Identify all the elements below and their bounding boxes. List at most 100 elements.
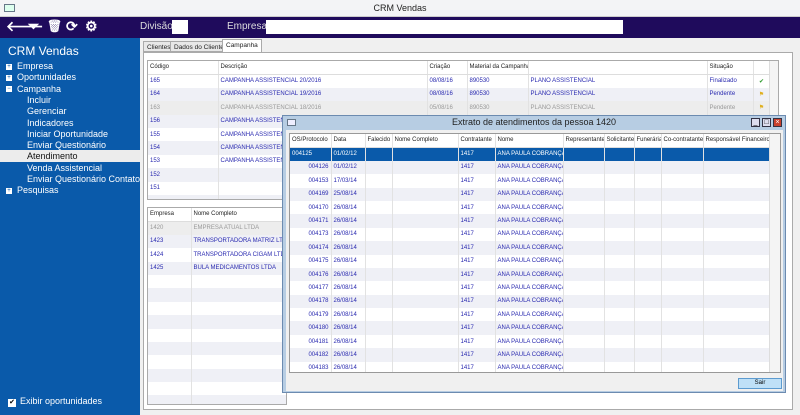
table-cell: ANA PAULA COBRANÇA (495, 361, 564, 372)
sidebar-item[interactable]: + Empresa (0, 60, 140, 72)
expand-icon[interactable]: + (6, 74, 12, 81)
table-row[interactable]: 163 CAMPANHA ASSISTENCIAL 18/2016 05/08/16… (148, 101, 771, 115)
column-header[interactable]: Funerária (634, 134, 662, 148)
empresa-input[interactable] (266, 20, 623, 34)
table-cell: 004177 (290, 281, 332, 295)
table-row[interactable] (148, 395, 286, 404)
table-cell: 154 (148, 141, 219, 155)
table-row[interactable]: 1420 EMPRESA ATUAL LTDA (148, 221, 286, 235)
table-cell (604, 187, 635, 201)
sidebar-item[interactable]: Gerenciar (0, 105, 140, 117)
table-row[interactable]: 004180 26/08/14 1417 ANA PAULA COBRANÇA (290, 321, 772, 335)
table-row[interactable] (148, 301, 286, 316)
column-header[interactable]: Empresa (148, 208, 192, 222)
table-cell: Pendente (707, 101, 754, 115)
table-row[interactable]: 004173 26/08/14 1417 ANA PAULA COBRANÇA (290, 227, 772, 242)
table-row[interactable]: 164 CAMPANHA ASSISTENCIAL 19/2016 08/08/16… (148, 87, 771, 102)
table-row[interactable]: 004183 26/08/14 1417 ANA PAULA COBRANÇA (290, 361, 772, 372)
column-header[interactable]: Responsável Financeiro (703, 134, 772, 148)
table-row[interactable]: 004177 26/08/14 1417 ANA PAULA COBRANÇA (290, 281, 772, 295)
table-cell (392, 348, 459, 362)
column-header[interactable]: Representante (563, 134, 605, 148)
column-header[interactable]: Falecido (365, 134, 393, 148)
sidebar-item[interactable]: Venda Assistencial (0, 162, 140, 174)
table-cell (703, 294, 772, 309)
sidebar-item[interactable]: Incluir (0, 94, 140, 106)
sidebar-item[interactable]: Enviar Questionário Contato (0, 173, 140, 185)
table-row[interactable] (148, 274, 286, 289)
column-header[interactable]: Material da Campanha (467, 61, 529, 75)
column-header[interactable]: Solicitante (604, 134, 635, 148)
table-cell: 151 (148, 181, 219, 195)
trash-icon[interactable]: 🗑 (47, 19, 62, 33)
table-row[interactable]: 004170 26/08/14 1417 ANA PAULA COBRANÇA (290, 200, 772, 215)
table-row[interactable]: 165 CAMPANHA ASSISTENCIAL 20/2016 08/08/16… (148, 74, 771, 88)
collapse-icon[interactable]: − (6, 86, 12, 93)
filter-icon[interactable]: ⏷ (28, 18, 39, 35)
column-header[interactable]: Nome (495, 134, 564, 148)
table-row[interactable]: 004175 26/08/14 1417 ANA PAULA COBRANÇA (290, 254, 772, 268)
sidebar-item[interactable]: Enviar Questionário (0, 139, 140, 151)
table-row[interactable]: 004171 26/08/14 1417 ANA PAULA COBRANÇA (290, 214, 772, 228)
table-row[interactable] (148, 328, 286, 342)
sidebar-item[interactable]: Indicadores (0, 117, 140, 129)
table-row[interactable]: 004153 17/03/14 1417 ANA PAULA COBRANÇA (290, 174, 772, 188)
sidebar-item[interactable]: Atendimento (0, 150, 140, 163)
column-header[interactable]: Nome Completo (191, 208, 286, 222)
sair-button[interactable]: Sair (738, 378, 782, 389)
table-row[interactable]: 004182 26/08/14 1417 ANA PAULA COBRANÇA (290, 348, 772, 362)
atendimentos-scrollbar[interactable] (769, 134, 780, 372)
table-row[interactable] (148, 355, 286, 369)
dialog-app-icon (287, 119, 296, 126)
table-cell (392, 187, 459, 201)
empresas-table[interactable]: Empresa Nome Completo 1420 EMPRESA ATUAL LT… (147, 207, 287, 405)
column-header[interactable]: OS/Protocolo (290, 134, 332, 148)
column-header[interactable]: Co-contratante (661, 134, 704, 148)
table-row[interactable] (148, 288, 286, 302)
checkbox-label: Exibir oportunidades (20, 396, 103, 406)
column-header[interactable]: Criação (427, 61, 468, 75)
expand-icon[interactable]: + (6, 63, 12, 70)
column-header[interactable]: Código (148, 61, 219, 75)
table-row[interactable]: 1423 TRANSPORTADORA MATRIZ LTDA (148, 234, 286, 249)
table-row[interactable]: 004181 26/08/14 1417 ANA PAULA COBRANÇA (290, 334, 772, 349)
column-header[interactable] (753, 61, 771, 75)
column-header[interactable] (528, 61, 708, 75)
close-icon[interactable]: × (773, 118, 782, 127)
table-row[interactable] (148, 368, 286, 383)
column-header[interactable]: Contratante (458, 134, 496, 148)
column-header[interactable]: Nome Completo (392, 134, 459, 148)
table-row[interactable]: 004125 01/02/12 1417 ANA PAULA COBRANÇA (290, 147, 772, 161)
column-header[interactable]: Situação (707, 61, 754, 75)
table-row[interactable]: 1424 TRANSPORTADORA CIGAM LTDA (148, 248, 286, 262)
sidebar-item[interactable]: + Oportunidades (0, 71, 140, 83)
table-row[interactable] (148, 382, 286, 396)
sidebar-item-label: Gerenciar (27, 106, 67, 117)
table-row[interactable] (148, 315, 286, 329)
column-header[interactable]: Data (331, 134, 366, 148)
table-row[interactable] (148, 341, 286, 356)
maximize-icon[interactable]: □ (762, 118, 771, 127)
table-row[interactable]: 004176 26/08/14 1417 ANA PAULA COBRANÇA (290, 267, 772, 282)
column-header[interactable]: Descrição (218, 61, 428, 75)
refresh-icon[interactable]: ⟳ (66, 18, 78, 35)
sidebar-item[interactable]: Iniciar Oportunidade (0, 128, 140, 140)
table-row[interactable]: 1425 BULA MEDICAMENTOS LTDA (148, 261, 286, 275)
table-row[interactable]: 004174 26/08/14 1417 ANA PAULA COBRANÇA (290, 241, 772, 255)
expand-icon[interactable]: + (6, 187, 12, 194)
minimize-icon[interactable]: _ (751, 118, 760, 127)
table-cell: 26/08/14 (331, 200, 366, 215)
table-row[interactable]: 004126 01/02/12 1417 ANA PAULA COBRANÇA (290, 160, 772, 175)
table-cell: 1417 (458, 348, 496, 362)
tab-campanha[interactable]: Campanha (222, 39, 262, 53)
table-row[interactable]: 004169 25/08/14 1417 ANA PAULA COBRANÇA (290, 187, 772, 201)
table-row[interactable]: 004179 26/08/14 1417 ANA PAULA COBRANÇA (290, 308, 772, 322)
sidebar-item[interactable]: + Pesquisas (0, 184, 140, 196)
divisao-input[interactable] (172, 20, 188, 34)
exibir-oportunidades-checkbox[interactable]: ✔ Exibir oportunidades (8, 396, 102, 407)
tab-dados-do-cliente[interactable]: Dados do Cliente (170, 41, 228, 52)
sidebar-item[interactable]: − Campanha (0, 83, 140, 95)
table-row[interactable]: 004178 26/08/14 1417 ANA PAULA COBRANÇA (290, 294, 772, 309)
atendimentos-table[interactable]: OS/Protocolo Data Falecido Nome Completo Con… (289, 133, 781, 373)
gear-icon[interactable]: ⚙ (85, 18, 98, 35)
